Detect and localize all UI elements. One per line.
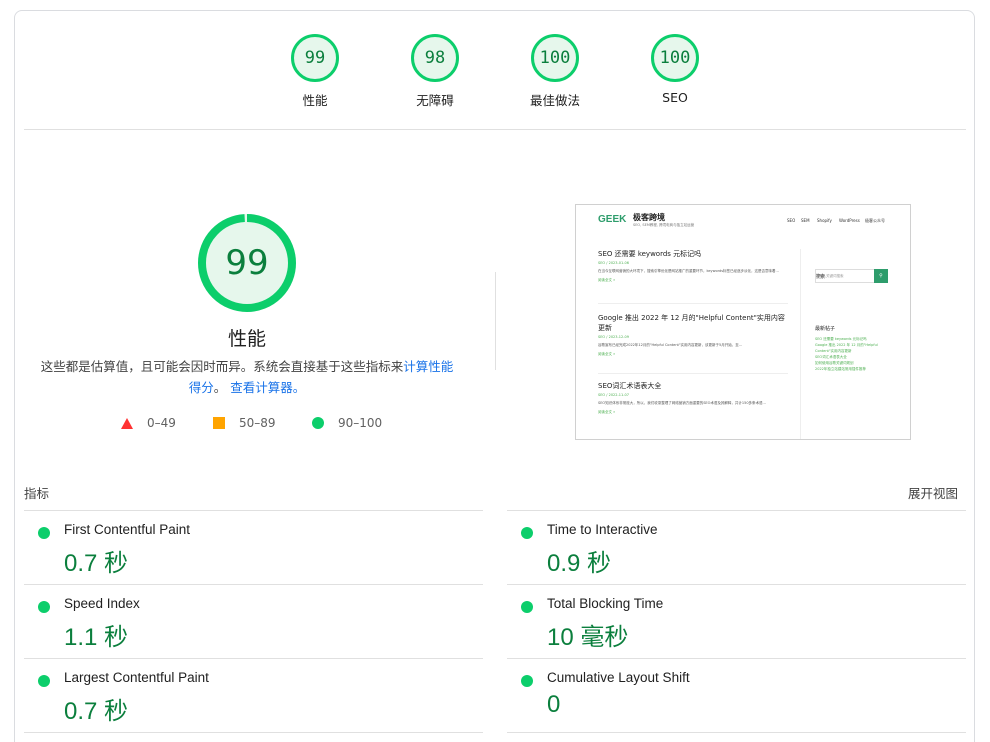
metric-label: Largest Contentful Paint — [64, 670, 209, 685]
legend-fail: 0–49 — [121, 416, 176, 430]
gauge-label: SEO — [662, 90, 688, 105]
pass-circle-icon — [38, 675, 50, 687]
post-meta: SEO / 2023-12-09 — [598, 335, 629, 339]
final-screenshot[interactable]: GEEK 极客跨境 SEO, SEM教程, 跨境电商与独立站运营 SEO SEM… — [575, 204, 911, 440]
site-tagline: SEO, SEM教程, 跨境电商与独立站运营 — [633, 223, 695, 227]
gauge-performance[interactable]: 99 性能 — [265, 34, 365, 109]
pass-circle-icon — [521, 527, 533, 539]
metric-label: Time to Interactive — [547, 522, 658, 537]
post-item: Google 推出 2022 年 12 月的"Helpful Content"实… — [598, 313, 788, 357]
post-meta: SEO / 2022-11-07 — [598, 393, 629, 397]
post-title: SEO 还需要 keywords 元标记吗 — [598, 250, 702, 258]
metric-value: 0 — [547, 691, 561, 718]
metric-value: 0.9 秒 — [547, 550, 612, 577]
post-excerpt: 在当今互联网营销的大环境下，搜索引擎优化是网站推广的重要环节，keywords标… — [598, 269, 779, 273]
metric-lcp: Largest Contentful Paint 0.7 秒 — [24, 659, 464, 733]
performance-title: 性能 — [227, 328, 266, 350]
site-header: GEEK 极客跨境 SEO, SEM教程, 跨境电商与独立站运营 SEO SEM… — [576, 205, 910, 235]
post-excerpt: 谷歌宣布已经完成2022年12月的"Helpful Content"实用内容更新… — [598, 343, 743, 347]
legend-pass: 90–100 — [312, 416, 382, 430]
sidebar-search-input: 输入关键词搜索 — [815, 269, 875, 283]
gauge-ring: 100 — [531, 34, 579, 82]
site-nav-item: 极客公众号 — [865, 218, 885, 223]
pass-circle-icon — [38, 601, 50, 613]
site-nav-item: Shopify — [817, 218, 832, 223]
circle-icon — [312, 417, 324, 429]
square-icon — [213, 417, 225, 429]
gauge-accessibility[interactable]: 98 无障碍 — [385, 34, 485, 109]
expand-view-toggle[interactable]: 展开视图 — [908, 483, 958, 502]
divider — [24, 732, 483, 733]
metric-value: 10 毫秒 — [547, 624, 629, 651]
site-logo: GEEK — [598, 214, 627, 225]
post-read-more: 阅读全文 » — [598, 410, 616, 414]
gauge-label: 性能 — [302, 93, 328, 108]
site-nav-item: SEO — [787, 218, 796, 223]
pass-circle-icon — [521, 601, 533, 613]
metric-cls: Cumulative Layout Shift 0 — [507, 659, 947, 733]
gauge-score: 98 — [424, 48, 446, 68]
performance-description: 这些都是估算值，且可能会因时而异。系统会直接基于这些指标来计算性能得分。 查看计… — [40, 356, 454, 398]
post-read-more: 阅读全文 » — [598, 278, 616, 282]
gauge-ring: 100 — [651, 34, 699, 82]
legend-average: 50–89 — [213, 416, 276, 430]
gauge-score: 99 — [304, 48, 326, 68]
metric-value: 1.1 秒 — [64, 624, 129, 651]
sidebar-link: 2022年独立站建站常用插件推荐 — [815, 367, 866, 371]
metric-fcp: First Contentful Paint 0.7 秒 — [24, 511, 464, 585]
metric-tti: Time to Interactive 0.9 秒 — [507, 511, 947, 585]
content-separator — [800, 249, 801, 439]
gauge-ring: 98 — [411, 34, 459, 82]
post-title: Google 推出 2022 年 12 月的"Helpful Content"实… — [598, 314, 785, 332]
search-icon: ⚲ — [874, 269, 888, 283]
sidebar-recent-heading: 最新帖子 — [815, 326, 836, 332]
metric-label: Cumulative Layout Shift — [547, 670, 690, 685]
post-item: SEO 还需要 keywords 元标记吗 SEO / 2023-01-06 在… — [598, 249, 788, 283]
legend-range: 50–89 — [239, 416, 276, 430]
gauge-seo[interactable]: 100 SEO — [625, 34, 725, 105]
metric-label: Speed Index — [64, 596, 140, 611]
site-nav-item: SEM — [801, 218, 810, 223]
gauge-ring: 99 — [291, 34, 339, 82]
post-divider — [598, 303, 788, 304]
performance-gauge: 99 — [196, 212, 298, 314]
legend-range: 0–49 — [147, 416, 176, 430]
description-text: 这些都是估算值，且可能会因时而异。系统会直接基于这些指标来 — [40, 359, 404, 374]
divider — [24, 129, 966, 130]
description-separator: 。 — [213, 380, 227, 395]
post-excerpt: SEO知识体系非常庞大，所以，我们收录整理了网络营销方面重要的SEO术语及其解释… — [598, 401, 766, 405]
site-name: 极客跨境 — [633, 213, 665, 222]
post-divider — [598, 373, 788, 374]
sidebar-recent: 最新帖子 SEO 还需要 keywords 元标记吗 Google 推出 202… — [815, 325, 895, 372]
metric-label: First Contentful Paint — [64, 522, 191, 537]
divider — [507, 732, 966, 733]
metric-value: 0.7 秒 — [64, 698, 129, 725]
gauge-score: 100 — [539, 48, 571, 68]
gauge-label: 无障碍 — [416, 93, 454, 108]
view-calculator-link[interactable]: 查看计算器。 — [230, 380, 305, 395]
site-nav-item: WordPress — [839, 218, 860, 223]
post-meta: SEO / 2023-01-06 — [598, 261, 629, 265]
gauge-best-practices[interactable]: 100 最佳做法 — [505, 34, 605, 109]
post-title: SEO词汇术语表大全 — [598, 382, 662, 390]
triangle-icon — [121, 417, 133, 429]
post-item: SEO词汇术语表大全 SEO / 2022-11-07 SEO知识体系非常庞大，… — [598, 381, 788, 415]
post-read-more: 阅读全文 » — [598, 352, 616, 356]
gauge-label: 最佳做法 — [529, 93, 580, 108]
vertical-divider — [495, 272, 496, 370]
metric-label: Total Blocking Time — [547, 596, 664, 611]
metrics-heading: 指标 — [24, 486, 50, 501]
score-legend: 0–49 50–89 90–100 — [0, 416, 500, 436]
metric-value: 0.7 秒 — [64, 550, 129, 577]
pass-circle-icon — [521, 675, 533, 687]
performance-score: 99 — [225, 243, 269, 283]
metric-tbt: Total Blocking Time 10 毫秒 — [507, 585, 947, 659]
metric-speed-index: Speed Index 1.1 秒 — [24, 585, 464, 659]
pass-circle-icon — [38, 527, 50, 539]
sidebar-link: Google 推出 2022 年 12 月的"Helpful Content"实… — [815, 343, 878, 353]
gauge-score: 100 — [659, 48, 691, 68]
legend-range: 90–100 — [338, 416, 383, 430]
